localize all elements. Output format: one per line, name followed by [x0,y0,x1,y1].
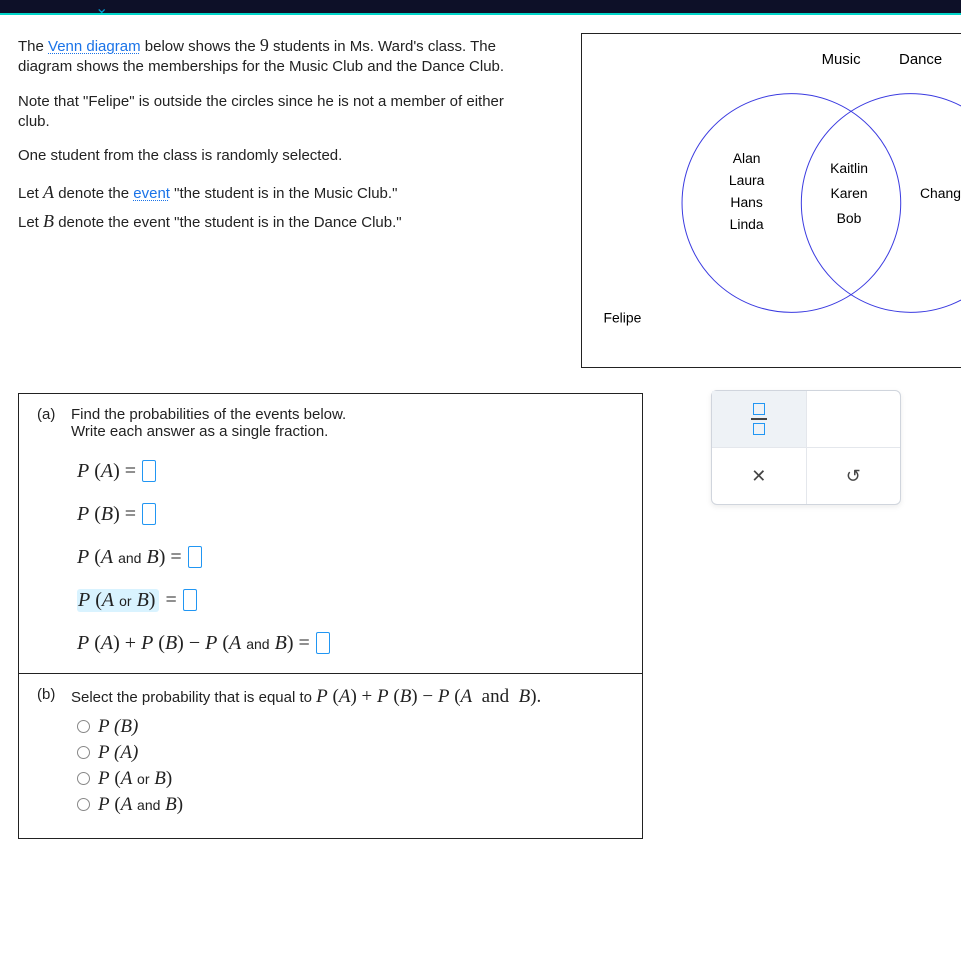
venn-label-music: Music [822,52,861,68]
option-PA[interactable]: P (A) [77,742,626,764]
part-a-tag: (a) [37,406,61,440]
input-PA[interactable] [142,460,156,482]
prob-formula: P (A) + P (B) − P (A and B) = [77,632,626,655]
venn-label-dance: Dance [899,52,942,68]
input-PAorB[interactable] [183,589,197,611]
svg-text:Hans: Hans [730,194,763,210]
intro-setup: One student from the class is randomly s… [18,146,538,166]
venn-outside: Felipe [603,309,641,325]
radio-icon [77,746,90,759]
prob-PAandB: P (A and B) = [77,546,626,569]
prob-PA: P (A) = [77,460,626,483]
venn-diagram: Music Dance Alan Laura Hans Linda Kaitli… [581,33,961,368]
fraction-tool[interactable] [712,391,806,447]
undo-icon: ↺ [846,466,861,487]
option-PB[interactable]: P (B) [77,716,626,738]
part-b-tag: (b) [37,686,61,708]
part-a-q1: Find the probabilities of the events bel… [71,406,346,423]
part-b-q: Select the probability that is equal to [71,689,316,706]
svg-text:Kaitlin: Kaitlin [830,160,868,176]
intro-note: Note that "Felipe" is outside the circle… [18,92,538,133]
event-link[interactable]: event [133,185,170,202]
chevron-down-icon[interactable]: ⌄ [95,2,108,16]
answer-panel: (a) Find the probabilities of the events… [18,393,643,839]
input-formula[interactable] [316,632,330,654]
prob-PB: P (B) = [77,503,626,526]
svg-text:Linda: Linda [730,216,764,232]
part-a: (a) Find the probabilities of the events… [19,394,642,673]
venn-diagram-link[interactable]: Venn diagram [48,38,141,55]
option-PAandB[interactable]: P (A and B) [77,794,626,816]
svg-text:Chang: Chang [920,185,961,201]
math-toolbox: ✕ ↺ [711,390,901,505]
radio-icon [77,798,90,811]
input-PB[interactable] [142,503,156,525]
part-a-q2: Write each answer as a single fraction. [71,423,328,440]
x-icon: ✕ [751,466,766,487]
top-bar: ⌄ [0,0,961,15]
option-PAorB[interactable]: P (A or B) [77,768,626,790]
svg-text:Laura: Laura [729,172,765,188]
input-PAandB[interactable] [188,546,202,568]
radio-icon [77,772,90,785]
prob-PAorB: P (A or B) = [77,589,626,612]
intro-text: The [18,38,48,55]
svg-text:Bob: Bob [837,210,862,226]
svg-text:Alan: Alan [733,150,761,166]
svg-text:Karen: Karen [830,185,867,201]
problem-intro: The Venn diagram below shows the 9 stude… [18,33,538,233]
clear-tool[interactable]: ✕ [712,448,806,504]
part-b: (b) Select the probability that is equal… [19,673,642,838]
undo-tool[interactable]: ↺ [806,448,901,504]
radio-icon [77,720,90,733]
fraction-icon [751,403,767,435]
